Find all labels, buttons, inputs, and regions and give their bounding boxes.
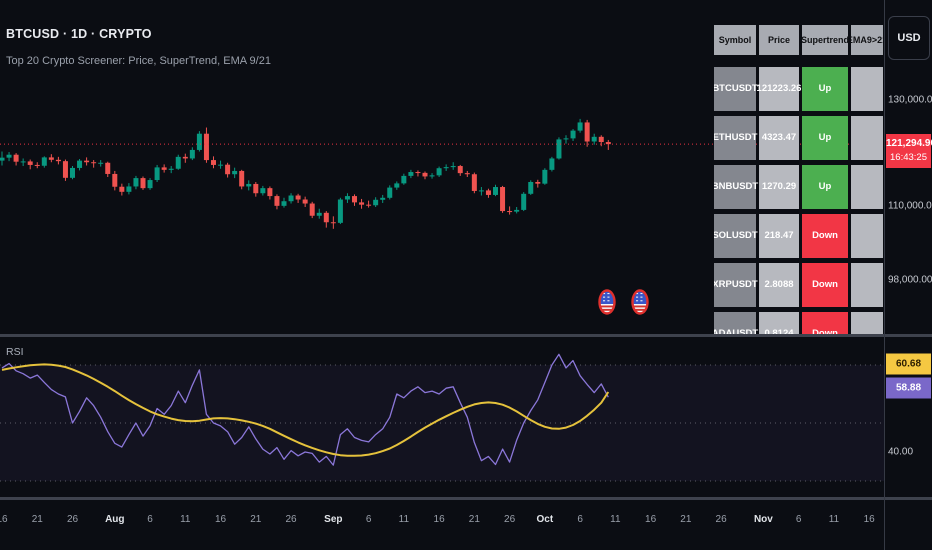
time-axis-day-label: 16	[433, 514, 445, 525]
pane-divider-rsi-timeaxis[interactable]	[0, 497, 932, 500]
crypto-screener-table: SymbolPriceSupertrendEMA9>21 BTCUSDT12122…	[714, 25, 883, 334]
screener-row: ADAUSDT 0.8124 Down	[714, 312, 883, 334]
trading-chart-window: BTCUSD · 1D · CRYPTO Top 20 Crypto Scree…	[0, 0, 932, 550]
screener-header-row: SymbolPriceSupertrendEMA9>21	[714, 25, 883, 55]
chart-legend: BTCUSD · 1D · CRYPTO Top 20 Crypto Scree…	[6, 27, 271, 67]
screener-column-header: Supertrend	[801, 25, 849, 55]
screener-row: BTCUSDT 121223.26 Up	[714, 67, 883, 111]
time-axis-day-label: 16	[645, 514, 657, 525]
time-axis-day-label: 6	[577, 514, 583, 525]
time-axis-day-label: 16	[863, 514, 875, 525]
screener-column-header: Price	[759, 25, 799, 55]
screener-column-header: Symbol	[714, 25, 756, 55]
time-axis-day-label: 21	[31, 514, 43, 525]
last-price-label: 121,294.90 16:43:25	[886, 134, 932, 169]
price-axis[interactable]: USD 121,294.90 16:43:25 60.68 58.88 40.0…	[885, 0, 932, 550]
supertrend-cell: Down	[802, 263, 848, 307]
time-axis-day-label: 6	[147, 514, 153, 525]
symbol-cell: ADAUSDT	[714, 312, 758, 334]
screener-row: BNBUSDT 1270.29 Up	[714, 165, 883, 209]
ema-cell	[851, 116, 883, 160]
time-axis[interactable]: 16 21 26 Aug 6 11 16 21 26 Sep 6 11 16 21 26 Oct 6 11 16 21…	[0, 500, 884, 550]
ema-cell	[851, 165, 883, 209]
rsi-level-label: 40.00	[888, 446, 914, 458]
time-axis-month-label: Sep	[324, 514, 343, 525]
flag-marker-icon	[631, 289, 649, 315]
ema-cell	[851, 263, 883, 307]
price-cell: 4323.47	[759, 116, 799, 160]
time-axis-day-label: 16	[0, 514, 8, 525]
candles-group	[0, 118, 611, 229]
price-axis-label: 110,000.00	[888, 200, 932, 212]
time-axis-day-label: 26	[504, 514, 516, 525]
price-cell: 0.8124	[759, 312, 799, 334]
symbol-cell: BTCUSDT	[714, 67, 758, 111]
time-axis-day-label: 21	[680, 514, 692, 525]
price-cell: 121223.26	[757, 67, 801, 111]
last-price-value: 121,294.90	[886, 138, 932, 150]
supertrend-cell: Down	[802, 312, 848, 334]
symbol-title[interactable]: BTCUSD · 1D · CRYPTO	[6, 27, 271, 41]
time-axis-month-label: Aug	[105, 514, 125, 525]
time-axis-day-label: 21	[468, 514, 480, 525]
currency-toggle-button[interactable]: USD	[888, 16, 930, 60]
time-axis-day-label: 26	[715, 514, 727, 525]
symbol-cell: BNBUSDT	[714, 165, 758, 209]
screener-row: ETHUSDT 4323.47 Up	[714, 116, 883, 160]
flag-marker-icon	[598, 289, 616, 315]
time-axis-day-label: 11	[398, 514, 410, 525]
time-axis-month-label: Oct	[536, 514, 554, 525]
supertrend-cell: Down	[802, 214, 848, 258]
time-axis-day-label: 11	[180, 514, 191, 525]
supertrend-cell: Up	[802, 116, 848, 160]
price-cell: 2.8088	[759, 263, 799, 307]
supertrend-cell: Up	[802, 165, 848, 209]
time-axis-day-label: 11	[610, 514, 621, 525]
symbol-cell: SOLUSDT	[714, 214, 758, 258]
price-cell: 218.47	[759, 214, 799, 258]
screener-row: XRPUSDT 2.8088 Down	[714, 263, 883, 307]
time-axis-day-label: 26	[66, 514, 79, 525]
rsi-band-fill	[0, 365, 884, 481]
indicator-title[interactable]: Top 20 Crypto Screener: Price, SuperTren…	[6, 55, 271, 67]
price-axis-label: 98,000.00	[888, 274, 932, 286]
rsi-value-label: 58.88	[886, 377, 931, 399]
time-axis-day-label: 11	[828, 514, 840, 525]
time-axis-day-label: 26	[285, 514, 297, 525]
pane-divider-main-rsi[interactable]	[0, 334, 932, 337]
rsi-ma-value-label: 60.68	[886, 353, 931, 375]
ema-cell	[851, 67, 883, 111]
screener-row: SOLUSDT 218.47 Down	[714, 214, 883, 258]
symbol-cell: XRPUSDT	[714, 263, 758, 307]
screener-column-header: EMA9>21	[847, 25, 883, 55]
ema-cell	[851, 214, 883, 258]
rsi-pane-title[interactable]: RSI	[6, 346, 24, 358]
time-axis-day-label: 6	[795, 514, 802, 525]
price-axis-label: 130,000.00	[888, 94, 932, 106]
time-axis-day-label: 6	[365, 514, 372, 525]
supertrend-cell: Up	[802, 67, 848, 111]
price-cell: 1270.29	[759, 165, 799, 209]
bar-countdown: 16:43:25	[890, 152, 927, 164]
ema-cell	[851, 312, 883, 334]
time-axis-day-label: 16	[214, 514, 227, 525]
symbol-cell: ETHUSDT	[714, 116, 757, 160]
time-axis-day-label: 21	[250, 514, 262, 525]
time-axis-month-label: Nov	[753, 514, 773, 525]
